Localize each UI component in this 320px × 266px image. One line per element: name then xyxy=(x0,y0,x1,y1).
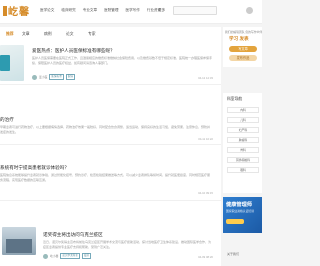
department-item[interactable]: 骨科 xyxy=(227,147,259,153)
logo-mark-icon xyxy=(3,6,7,16)
thumbnail-figure-icon xyxy=(0,55,10,71)
write-article-button[interactable]: 写文章 xyxy=(229,46,257,52)
department-item[interactable]: 内科 xyxy=(227,107,259,113)
nav-item[interactable]: 医学写作 xyxy=(126,8,140,13)
article-time: 04-11 10:22 xyxy=(198,137,213,141)
nav-item[interactable]: 医学论文 xyxy=(40,8,54,13)
promo-subtitle: 我们的编辑团队 您的写作伙伴 xyxy=(225,30,263,34)
article-summary: 早期患者可进行药物治疗，以上要根据病情选择，药物治疗效果一般较好，同时配合饮食调… xyxy=(0,125,211,134)
department-nav: 科室导航 内科 儿科 妇产科 肿瘤科 骨科 耳鼻咽喉科 眼科 xyxy=(223,93,262,193)
department-nav-title: 科室导航 xyxy=(227,97,243,101)
article-item[interactable]: 的治疗 早期患者可进行药物治疗，以上要根据病情选择，药物治疗效果一般较好，同时配… xyxy=(0,113,221,145)
nav-item[interactable]: 医院管理 xyxy=(104,8,118,13)
article-tag[interactable]: 医保 xyxy=(65,74,75,80)
article-item[interactable]: 爱医热点：医护人员医保标准有哪些呢？ 医护人员医保需要在医院正式工作，且遵循相应… xyxy=(0,41,221,85)
author-avatar[interactable] xyxy=(43,253,48,259)
search-input[interactable] xyxy=(173,6,217,15)
publish-button[interactable]: 发布作品 xyxy=(229,55,257,61)
tab-recommend[interactable]: 推荐 xyxy=(6,32,14,37)
article-thumbnail xyxy=(0,45,24,81)
tab-cases[interactable]: 病例 xyxy=(44,32,52,37)
nav-item[interactable]: 临床研究 xyxy=(61,8,75,13)
sidebar-footer-link[interactable]: 关于我们 xyxy=(227,252,239,256)
nav-item[interactable]: 专业文章 xyxy=(83,8,97,13)
department-item[interactable]: 眼科 xyxy=(227,167,259,173)
site-logo[interactable]: 屹馨 xyxy=(3,3,30,18)
article-title[interactable]: 诺奖得主将出访问乌克兰疫区 xyxy=(43,232,103,238)
author-name[interactable]: 爱小医 xyxy=(39,75,47,79)
main-content: 推荐 文章 病例 论文 专家 爱医热点：医护人员医保标准有哪些呢？ 医护人员医保… xyxy=(0,27,221,266)
department-item[interactable]: 肿瘤科 xyxy=(227,137,259,143)
main-nav: 医学论文 临床研究 专业文章 医院管理 医学写作 行业资讯 xyxy=(40,8,161,13)
tab-bar: 推荐 文章 病例 论文 专家 xyxy=(0,30,221,40)
article-summary: 医护人员医保需要在医院正式工作，且遵循相应的缴费标准缴纳社会保险费用，以及缴费基… xyxy=(32,56,212,65)
top-bar: 屹馨 医学论文 临床研究 专业文章 医院管理 医学写作 行业资讯 更多 xyxy=(0,0,262,24)
thumbnail-building-icon xyxy=(6,239,32,253)
article-summary: 近日，诺贝尔奖得主宣布将前往乌克兰疫区开展学术交流与医疗援助活动，探讨当地医疗卫… xyxy=(43,240,212,249)
user-icon[interactable] xyxy=(246,7,253,14)
article-meta: 爱小医 医保标准 医保 xyxy=(32,74,75,80)
article-item[interactable]: 诺奖得主将出访问乌克兰疫区 近日，诺贝尔奖得主宣布将前往乌克兰疫区开展学术交流与… xyxy=(0,225,221,266)
author-avatar[interactable] xyxy=(32,74,37,80)
tab-papers[interactable]: 论文 xyxy=(66,32,74,37)
article-tag[interactable]: 疫区 xyxy=(81,253,92,259)
article-time: 04-10 09:15 xyxy=(198,191,213,195)
tab-articles[interactable]: 文章 xyxy=(22,32,30,37)
article-tag[interactable]: 诺贝尔奖得主 xyxy=(60,253,80,259)
article-thumbnail xyxy=(2,227,36,255)
article-title[interactable]: 爱医热点：医护人员医保标准有哪些呢？ xyxy=(32,48,115,54)
author-name[interactable]: 屹小馨 xyxy=(50,254,58,258)
article-summary: 医院信息系统能够提升患者就诊体验，通过智能化挂号、预约诊疗、检查检验结果推送等方… xyxy=(0,173,211,182)
sidebar-promo: 我们的编辑团队 您的写作伙伴 学习 发表 写文章 发布作品 xyxy=(223,27,262,67)
promo-headline: 学习 发表 xyxy=(229,36,249,41)
article-title[interactable]: 的治疗 xyxy=(0,117,14,123)
article-time: 04-12 12:33 xyxy=(198,76,213,80)
ad-banner[interactable]: 健康管理师 国家职业资格认证培训 xyxy=(223,197,262,233)
department-item[interactable]: 妇产科 xyxy=(227,127,259,133)
banner-subtitle: 国家职业资格认证培训 xyxy=(226,209,254,213)
sidebar: 我们的编辑团队 您的写作伙伴 学习 发表 写文章 发布作品 科室导航 内科 儿科… xyxy=(223,27,262,266)
article-tag[interactable]: 医保标准 xyxy=(49,74,64,80)
banner-title: 健康管理师 xyxy=(226,202,252,208)
article-time: 04-09 08:20 xyxy=(198,255,213,259)
department-item[interactable]: 耳鼻咽喉科 xyxy=(227,157,259,163)
tab-experts[interactable]: 专家 xyxy=(88,32,96,37)
department-item[interactable]: 儿科 xyxy=(227,117,259,123)
banner-cta[interactable] xyxy=(226,219,244,224)
article-title[interactable]: 系统有时宁提高患者就诊体验吗？ xyxy=(0,165,69,171)
more-menu[interactable]: 更多 xyxy=(158,8,165,13)
article-item[interactable]: 系统有时宁提高患者就诊体验吗？ 医院信息系统能够提升患者就诊体验，通过智能化挂号… xyxy=(0,161,221,201)
article-meta: 屹小馨 诺贝尔奖得主 疫区 xyxy=(43,253,92,259)
